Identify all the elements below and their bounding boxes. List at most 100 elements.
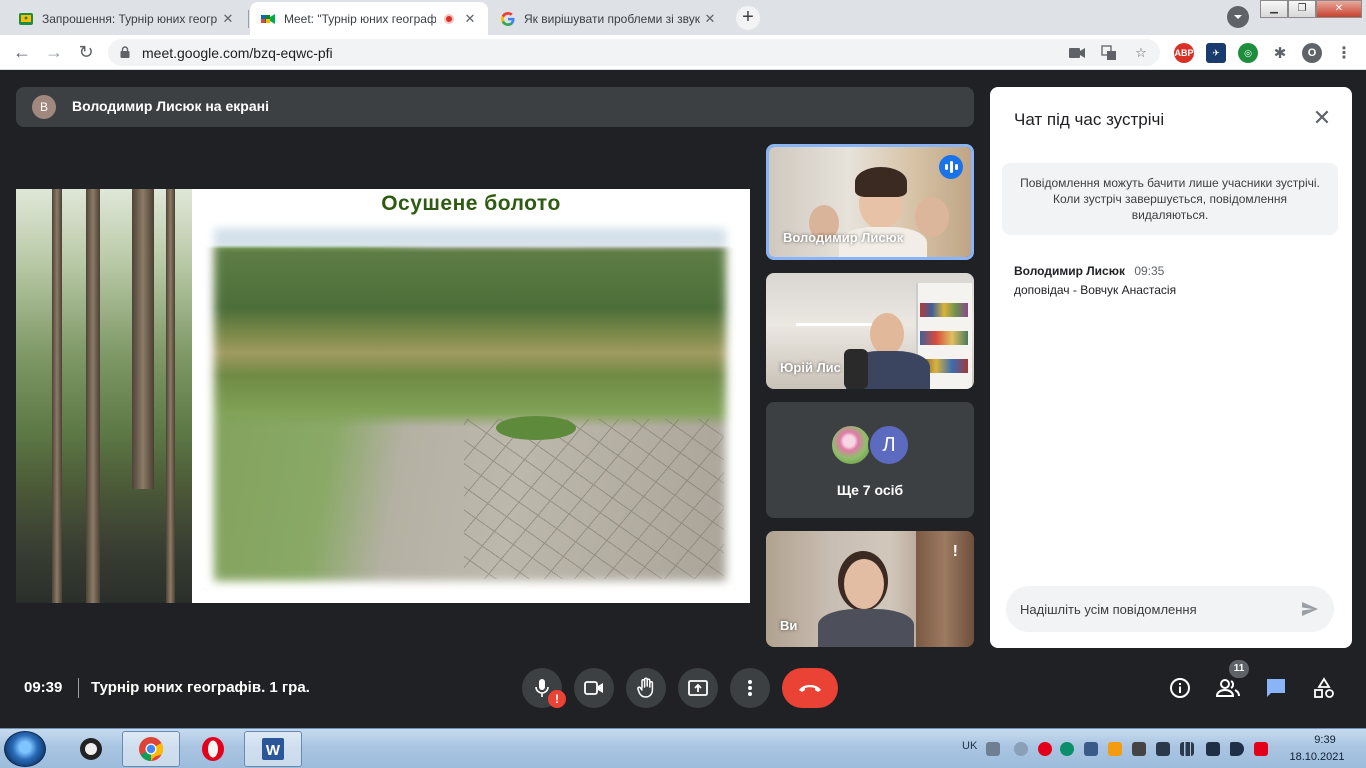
address-bar[interactable]: meet.google.com/bzq-eqwc-pfi ☆ (108, 39, 1160, 66)
participant-avatar (830, 424, 872, 466)
link-icon[interactable] (1014, 742, 1028, 756)
more-participants-label: Ще 7 осіб (836, 482, 904, 498)
language-indicator[interactable]: UK (962, 740, 977, 752)
taskbar-time[interactable]: 9:39 (1300, 734, 1350, 746)
video-camera-icon (584, 681, 603, 695)
message-author: Володимир Лисюк (1014, 264, 1125, 278)
activities-icon[interactable] (1312, 676, 1336, 700)
meeting-control-bar: 09:39 Турнір юних географів. 1 гра. ! (0, 648, 1366, 728)
send-icon[interactable] (1300, 599, 1320, 619)
extension-icon[interactable]: ✈ (1206, 43, 1226, 63)
drained-swamp-photo (204, 219, 736, 591)
opera-tray-icon[interactable] (1038, 742, 1052, 756)
participant-avatar: Л (868, 424, 910, 466)
overflow-avatars: Л (830, 424, 910, 466)
tab-separator (248, 10, 249, 28)
google-icon (500, 11, 516, 27)
close-icon[interactable]: ✕ (1310, 107, 1334, 131)
keyboard-icon[interactable] (986, 742, 1000, 756)
recording-indicator-icon (444, 13, 454, 24)
chat-notice: Повідомлення можуть бачити лише учасники… (1002, 163, 1338, 235)
raise-hand-button[interactable] (626, 668, 666, 708)
grammar-extension-icon[interactable]: ◎ (1238, 43, 1258, 63)
participant-tile[interactable]: Володимир Лисюк (766, 144, 974, 260)
translate-icon[interactable] (1100, 44, 1118, 62)
browser-toolbar: ← → ↻ meet.google.com/bzq-eqwc-pfi ☆ ABP… (0, 35, 1366, 70)
camera-button[interactable] (574, 668, 614, 708)
participants-overflow-tile[interactable]: Л Ще 7 осіб (766, 402, 974, 518)
participant-name: Ви (780, 618, 798, 633)
participants-count-badge: 11 (1229, 660, 1249, 678)
reload-icon[interactable]: ↻ (74, 41, 98, 65)
restore-icon[interactable]: ❐ (1288, 0, 1316, 18)
volume-icon[interactable] (1230, 742, 1244, 756)
participant-tile[interactable]: Юрій Лис (766, 273, 974, 389)
divider (78, 678, 79, 698)
taskbar-app-icon[interactable] (62, 731, 120, 767)
self-view-tile[interactable]: ! Ви (766, 531, 974, 647)
forest-photo (16, 189, 192, 603)
tray-app-icon[interactable] (1108, 742, 1122, 756)
windows-taskbar: W UK 9:39 18.10.2021 (0, 728, 1366, 768)
hang-up-icon (799, 685, 821, 692)
leave-call-button[interactable] (782, 668, 838, 708)
present-icon (688, 680, 708, 696)
grass-tuft (496, 416, 576, 440)
close-tab-icon[interactable]: ✕ (220, 11, 236, 27)
tray-app-icon[interactable] (1060, 742, 1074, 756)
bookmark-star-icon[interactable]: ☆ (1132, 44, 1150, 62)
participant-name: Володимир Лисюк (783, 230, 904, 245)
adblock-icon[interactable]: ABP (1174, 43, 1194, 63)
minimize-icon[interactable]: ▁ (1260, 0, 1288, 18)
taskbar-word-icon[interactable]: W (244, 731, 302, 767)
tab-meet[interactable]: Meet: "Турнір юних географ ✕ (250, 2, 488, 35)
camera-icon[interactable] (1068, 44, 1086, 62)
taskbar-chrome-icon[interactable] (122, 731, 180, 767)
svg-text:W: W (266, 742, 281, 759)
more-vert-icon (748, 680, 752, 696)
windows-start-icon[interactable] (4, 731, 46, 767)
chat-panel: Чат під час зустрічі ✕ Повідомлення можу… (990, 87, 1352, 648)
lock-icon (120, 46, 130, 58)
chat-icon[interactable] (1264, 676, 1288, 700)
mic-warning-badge: ! (548, 690, 566, 708)
tray-app-icon[interactable] (1254, 742, 1268, 756)
network-signal-icon[interactable] (1180, 742, 1194, 756)
tab-search-icon[interactable] (1227, 6, 1249, 28)
participant-name: Юрій Лис (780, 360, 841, 375)
bluetooth-icon[interactable] (1084, 742, 1098, 756)
chat-message-header: Володимир Лисюк 09:35 (1014, 264, 1164, 278)
browser-tab-strip: Запрошення: Турнір юних геогр ✕ Meet: "Т… (0, 0, 1366, 35)
shared-screen-slide: Осушене болото (16, 189, 750, 603)
meeting-details-icon[interactable] (1168, 676, 1192, 700)
browser-menu-icon[interactable]: ⋮ (1334, 43, 1354, 63)
profile-avatar[interactable]: O (1302, 43, 1322, 63)
new-tab-button[interactable]: + (736, 6, 760, 30)
close-window-icon[interactable]: ✕ (1316, 0, 1362, 18)
classroom-icon (18, 11, 34, 27)
window-controls: ▁ ❐ ✕ (1260, 0, 1362, 18)
taskbar-opera-icon[interactable] (184, 731, 242, 767)
present-screen-button[interactable] (678, 668, 718, 708)
chat-input-container (1006, 586, 1334, 632)
back-arrow-icon[interactable]: ← (10, 41, 34, 65)
tab-invitation[interactable]: Запрошення: Турнір юних геогр ✕ (8, 2, 246, 35)
tray-app-icon[interactable] (1156, 742, 1170, 756)
forward-arrow-icon[interactable]: → (42, 41, 66, 65)
taskbar-date[interactable]: 18.10.2021 (1284, 751, 1350, 763)
people-icon[interactable] (1216, 676, 1240, 700)
tab-sound-help[interactable]: Як вирішувати проблеми зі звук ✕ (490, 2, 728, 35)
close-tab-icon[interactable]: ✕ (462, 11, 478, 27)
tray-app-icon[interactable] (1132, 742, 1146, 756)
chat-panel-title: Чат під час зустрічі (1014, 110, 1165, 129)
puzzle-extensions-icon[interactable]: ✱ (1270, 43, 1290, 63)
close-tab-icon[interactable]: ✕ (702, 11, 718, 27)
presenter-avatar: В (32, 95, 56, 119)
flag-icon[interactable] (1206, 742, 1220, 756)
microphone-button[interactable]: ! (522, 668, 566, 708)
more-options-button[interactable] (730, 668, 770, 708)
meeting-clock: 09:39 (24, 679, 63, 696)
chat-message-input[interactable] (1020, 586, 1280, 632)
meeting-title: Турнір юних географів. 1 гра. (91, 679, 310, 696)
url-text: meet.google.com/bzq-eqwc-pfi (142, 45, 333, 61)
